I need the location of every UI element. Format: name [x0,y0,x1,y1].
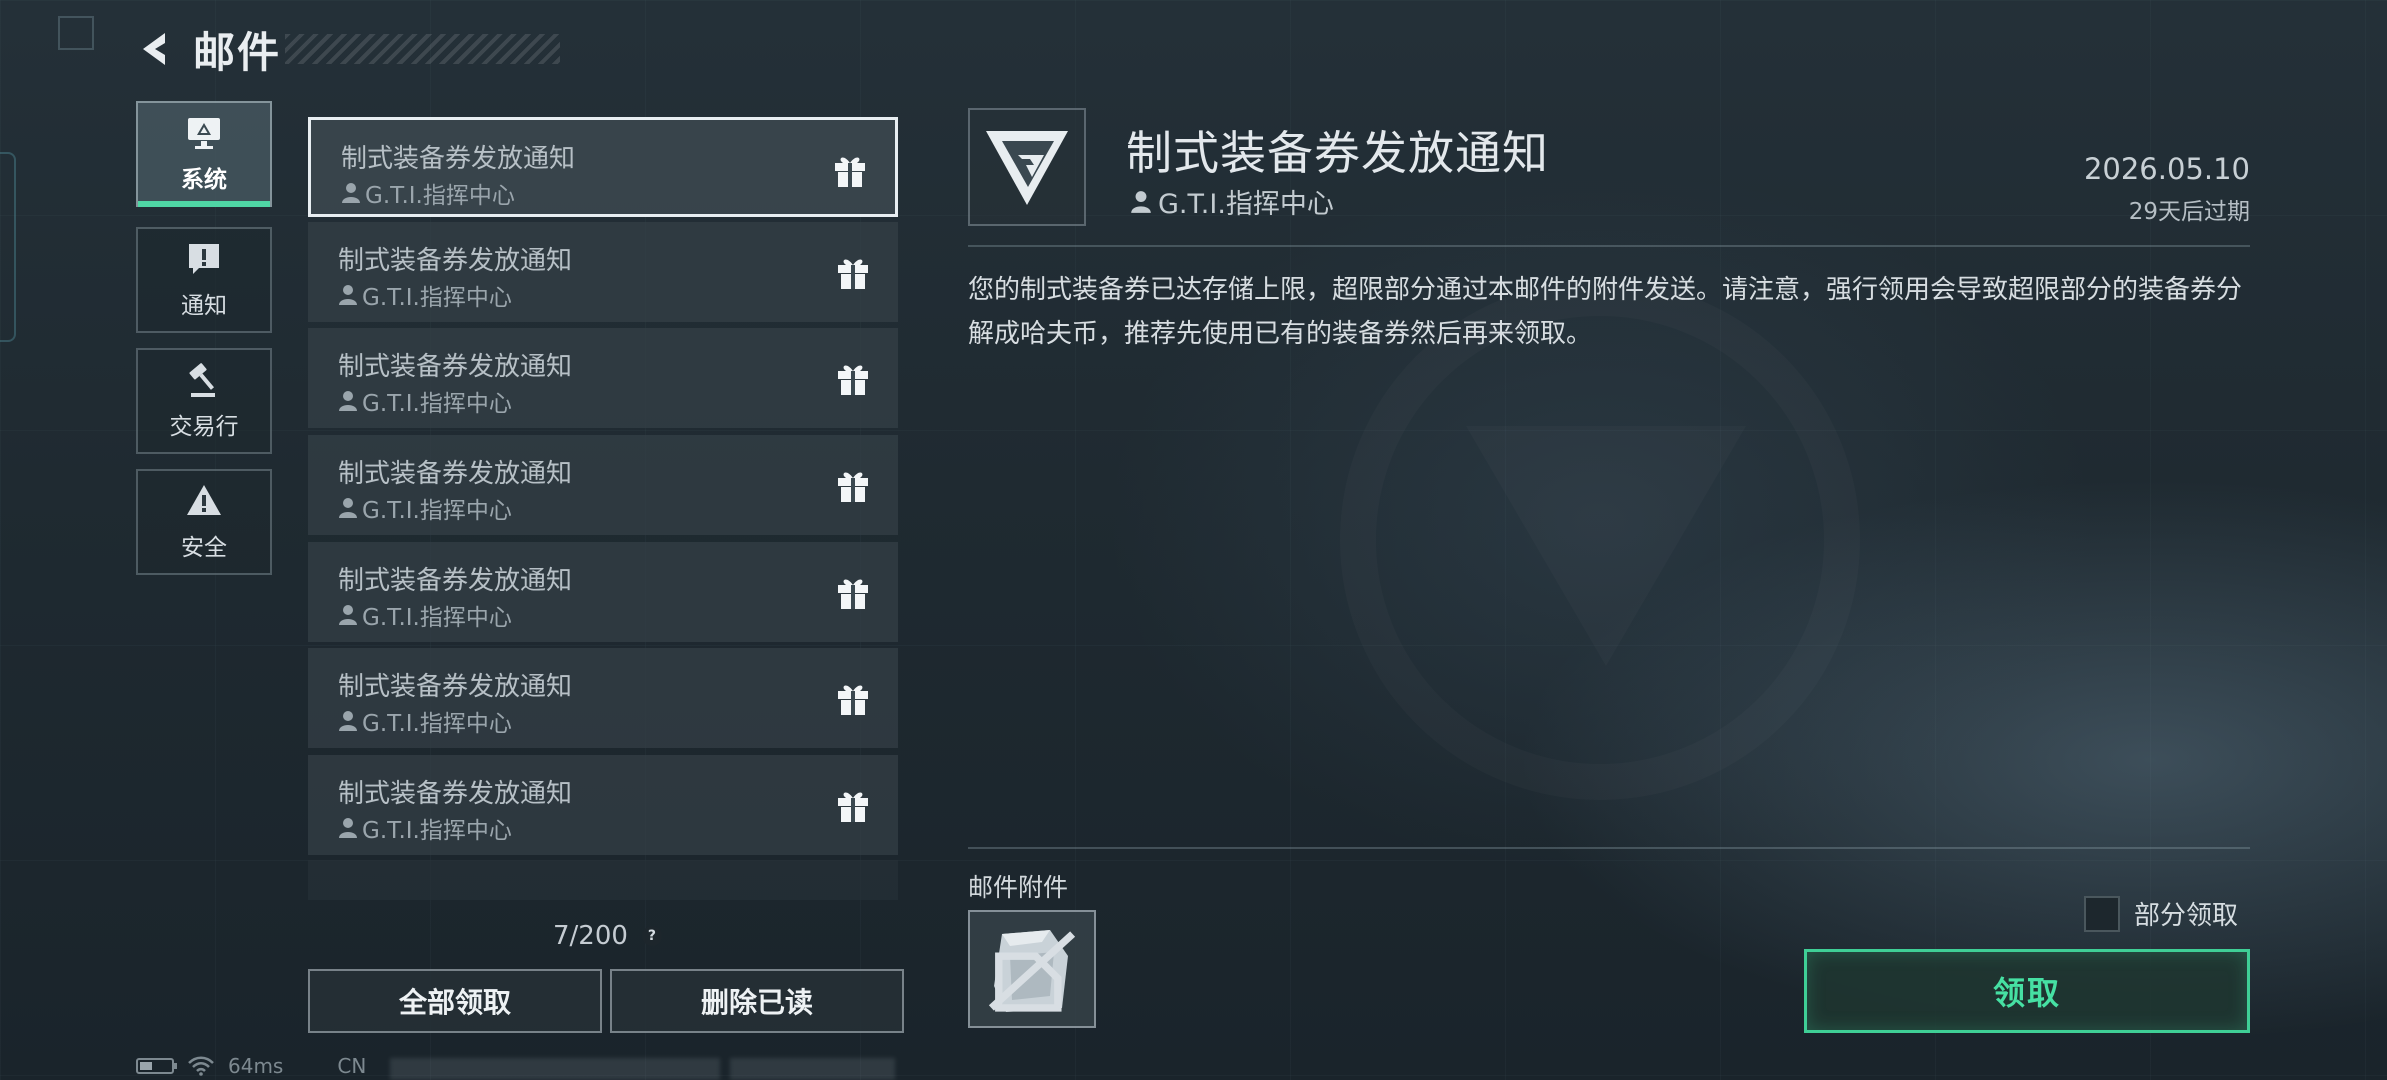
mail-title: 制式装备券发放通知 [341,144,576,174]
gift-icon [838,685,868,715]
gift-icon [838,365,868,395]
person-icon [339,711,357,731]
mail-title: 制式装备券发放通知 [338,566,573,596]
mail-sender: G.T.I.指挥中心 [338,811,512,845]
alert-bubble-icon [189,244,219,274]
category-label: 交易行 [169,414,239,440]
mail-sender: G.T.I.指挥中心 [338,491,512,525]
partial-claim-label: 部分领取 [2134,901,2239,931]
gti-logo-icon [986,131,1068,205]
mail-sender-name: G.T.I.指挥中心 [362,391,512,417]
mail-sender-name: G.T.I.指挥中心 [362,605,512,631]
mail-counter: 7/200 ? [553,921,662,951]
status-bar: 64ms CN [136,1052,366,1080]
mail-title: 制式装备券发放通知 [338,459,573,489]
category-tab-notice[interactable]: 通知 [136,227,272,333]
gift-icon [838,792,868,822]
mail-title: 制式装备券发放通知 [338,672,573,702]
help-icon[interactable]: ? [641,926,662,946]
attachment-item[interactable] [968,910,1096,1028]
partial-claim[interactable]: 部分领取 [2084,895,2238,932]
monitor-icon [188,118,220,149]
claim-all-button[interactable]: 全部领取 [308,969,602,1033]
mail-sender-name: G.T.I.指挥中心 [362,711,512,737]
detail-sender: G.T.I.指挥中心 [1130,182,1334,221]
detail-title: 制式装备券发放通知 [1126,126,1549,180]
detail-date: 2026.05.10 [2083,152,2250,186]
detail-sender-name: G.T.I.指挥中心 [1158,189,1334,220]
gift-icon [838,472,868,502]
mail-item[interactable]: 制式装备券发放通知 G.T.I.指挥中心 [308,435,898,535]
category-tab-system[interactable]: 系统 [136,101,272,207]
person-icon [339,285,357,305]
divider [968,847,2250,849]
category-tab-security[interactable]: 安全 [136,469,272,575]
wifi-icon [188,1056,214,1076]
category-label: 系统 [181,167,227,193]
no-bind-icon [988,931,1076,1012]
mail-sender-name: G.T.I.指挥中心 [362,498,512,524]
delete-read-button[interactable]: 删除已读 [610,969,904,1033]
sender-logo [968,108,1086,226]
mail-sender: G.T.I.指挥中心 [338,704,512,738]
mail-count: 7/200 [553,921,628,951]
edge-tab-decoration [0,152,16,342]
mail-sender: G.T.I.指挥中心 [338,384,512,418]
background-emblem [1340,280,1860,800]
attachments-label: 邮件附件 [968,873,1069,902]
mail-sender-name: G.T.I.指挥中心 [365,183,515,209]
mail-sender: G.T.I.指挥中心 [338,278,512,312]
header: 邮件 [135,24,560,77]
partial-claim-checkbox[interactable] [2084,895,2120,932]
gavel-icon [189,363,215,397]
person-icon [339,498,357,518]
blurred-info [390,1058,720,1080]
mail-item[interactable]: 制式装备券发放通知 G.T.I.指挥中心 [308,648,898,748]
corner-decoration [58,16,94,50]
list-bottom-strip [308,860,898,900]
mail-item[interactable]: 制式装备券发放通知 G.T.I.指挥中心 [308,755,898,855]
person-icon [339,391,357,411]
ping-value: 64ms [228,1054,284,1078]
page-title: 邮件 [193,27,282,77]
mail-sender: G.T.I.指挥中心 [341,176,515,210]
mail-sender-name: G.T.I.指挥中心 [362,285,512,311]
person-icon [339,605,357,625]
mail-item-selected[interactable]: 制式装备券发放通知 G.T.I.指挥中心 [308,117,898,217]
person-icon [1131,190,1151,213]
category-label: 安全 [181,535,227,561]
gift-icon [838,259,868,289]
mail-item[interactable]: 制式装备券发放通知 G.T.I.指挥中心 [308,222,898,322]
mail-body: 您的制式装备券已达存储上限，超限部分通过本邮件的附件发送。请注意，强行领用会导致… [968,275,2243,349]
mail-title: 制式装备券发放通知 [338,246,573,276]
warning-triangle-icon [187,485,221,515]
title-stripes [285,34,560,64]
mail-item[interactable]: 制式装备券发放通知 G.T.I.指挥中心 [308,542,898,642]
blurred-info [730,1058,895,1080]
back-arrow-icon[interactable] [135,27,179,71]
mail-sender-name: G.T.I.指挥中心 [362,818,512,844]
gift-icon [835,157,865,187]
gift-icon [838,579,868,609]
mail-list[interactable]: 制式装备券发放通知 G.T.I.指挥中心 制式装备券发放通知 G.T.I.指挥中… [308,115,898,900]
category-label: 通知 [181,293,227,319]
person-icon [342,183,360,203]
region-label: CN [337,1054,367,1078]
person-icon [339,818,357,838]
divider [968,245,2250,247]
battery-icon [136,1058,177,1074]
mail-title: 制式装备券发放通知 [338,779,573,809]
category-tab-trade[interactable]: 交易行 [136,348,272,454]
mail-sender: G.T.I.指挥中心 [338,598,512,632]
mail-title: 制式装备券发放通知 [338,352,573,382]
mail-item[interactable]: 制式装备券发放通知 G.T.I.指挥中心 [308,328,898,428]
claim-button[interactable]: 领取 [1804,949,2250,1033]
detail-expire: 29天后过期 [2128,199,2250,225]
